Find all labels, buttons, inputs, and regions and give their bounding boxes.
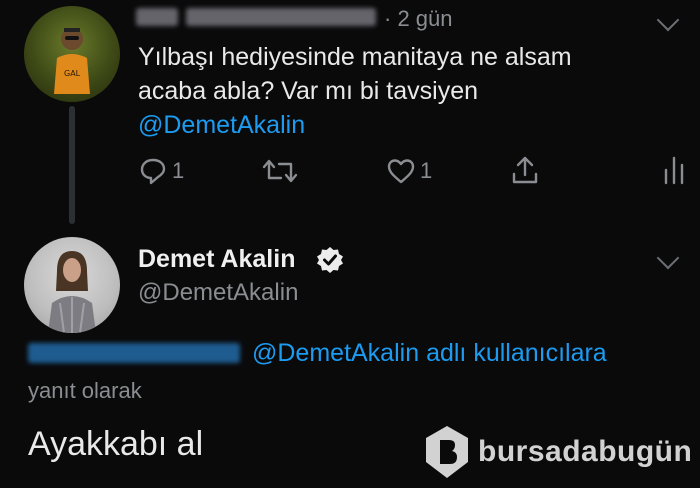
- reply-mention-link[interactable]: @DemetAkalin: [252, 339, 419, 367]
- tweet-text-line-1: Yılbaşı hediyesinde manitaya ne alsam: [138, 43, 572, 71]
- avatar[interactable]: [24, 237, 120, 333]
- tweet-time[interactable]: · 2 gün: [384, 6, 453, 32]
- share-button[interactable]: [510, 154, 540, 186]
- mention-link[interactable]: @DemetAkalin: [138, 108, 305, 142]
- share-icon: [512, 156, 538, 184]
- watermark: bursadabugün: [424, 424, 692, 480]
- retweet-button[interactable]: [262, 156, 298, 186]
- analytics-button[interactable]: [662, 154, 686, 186]
- reply-button[interactable]: 1: [138, 156, 184, 186]
- reply-icon: [140, 158, 166, 185]
- reply-label: yanıt olarak: [28, 378, 142, 403]
- more-options-chevron-icon[interactable]: [656, 246, 680, 270]
- avatar[interactable]: GAL: [24, 6, 120, 102]
- watermark-text: bursadabugün: [478, 435, 693, 468]
- tweet-text-line-2: acaba abla? Var mı bi tavsiyen: [138, 77, 479, 105]
- thread-line: [69, 106, 75, 224]
- retweet-icon: [262, 159, 298, 183]
- analytics-icon: [664, 156, 684, 185]
- tweet-body: Ayakkabı al: [28, 425, 204, 463]
- display-name[interactable]: Demet Akalin: [138, 245, 295, 274]
- like-count: 1: [420, 158, 433, 183]
- svg-text:GAL: GAL: [64, 69, 81, 78]
- redacted-username: [186, 8, 376, 26]
- heart-icon: [387, 159, 415, 184]
- redacted-reply-username: [28, 343, 240, 363]
- reply-context-suffix: adlı kullanıcılara: [426, 339, 607, 367]
- person-photo-icon: [48, 251, 96, 333]
- more-options-chevron-icon[interactable]: [656, 8, 680, 32]
- brand-logo-icon: [426, 426, 468, 478]
- user-handle[interactable]: @DemetAkalin: [138, 279, 298, 307]
- verified-badge-icon: [317, 247, 343, 273]
- reply-count: 1: [172, 158, 185, 183]
- like-button[interactable]: 1: [386, 156, 432, 186]
- redacted-display-name: [136, 8, 178, 26]
- reply-context: @DemetAkalin adlı kullanıcılara: [252, 336, 607, 370]
- person-photo-icon: GAL: [54, 28, 90, 94]
